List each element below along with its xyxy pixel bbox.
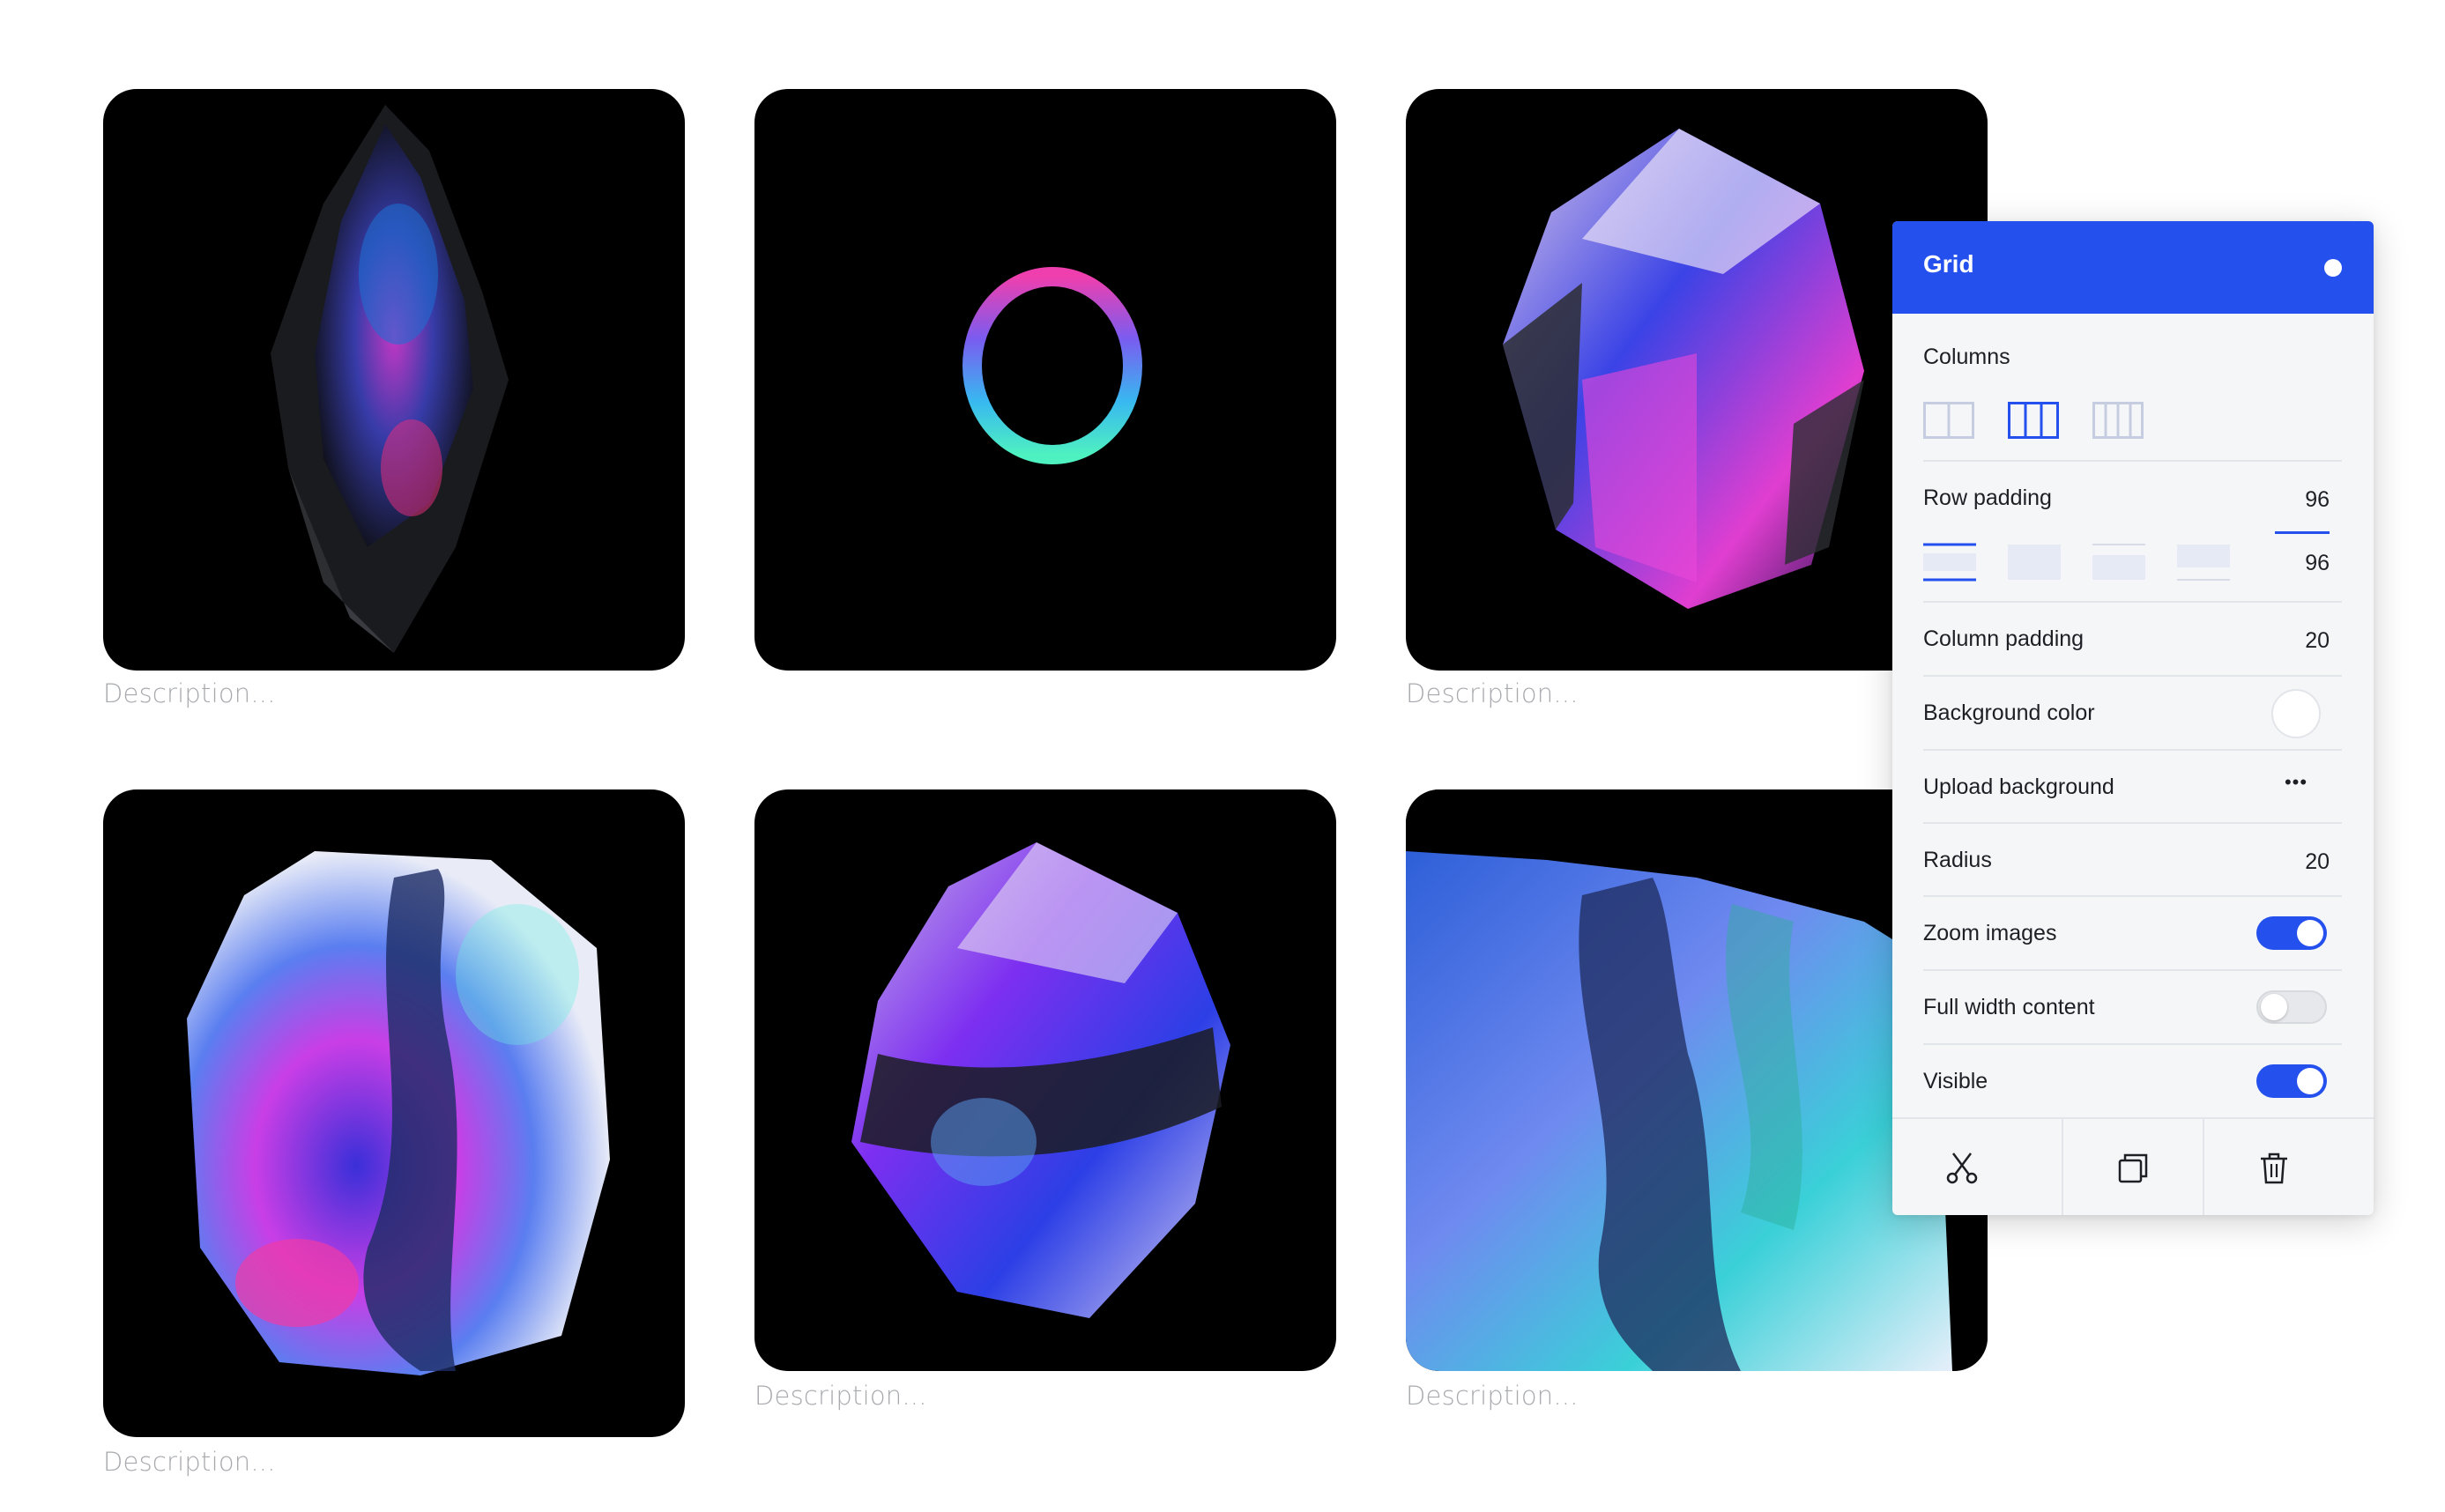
gallery-image-1[interactable] [103,89,685,671]
top-padding-icon[interactable] [1923,543,1976,582]
more-options-icon[interactable]: ••• [2270,771,2322,794]
image-description-1[interactable]: Description... [103,678,276,708]
divider [1923,749,2342,751]
upload-background-label: Upload background [1923,775,2114,799]
divider [1923,1043,2342,1045]
row-padding-bottom-value[interactable]: 96 [2277,551,2330,576]
two-columns-icon[interactable] [1923,402,1974,439]
full-padding-icon[interactable] [2008,543,2061,582]
duplicate-button[interactable] [2063,1119,2203,1215]
four-columns-icon[interactable] [2092,402,2144,439]
dark-crystal-shard-image [271,105,509,653]
image-description-6[interactable]: Description... [1406,1381,1579,1411]
row-padding-label: Row padding [1923,485,2052,510]
cut-icon [1946,1152,1978,1183]
grid-settings-panel: Grid Columns Row padding 96 96 Column pa… [1892,221,2374,1215]
panel-title: Grid [1923,250,1974,278]
divider [1923,822,2342,824]
gallery-image-2[interactable] [754,89,1336,671]
zoom-images-toggle[interactable] [2256,916,2327,950]
panel-status-dot[interactable] [2324,259,2342,277]
radius-value[interactable]: 20 [2277,849,2330,875]
row-padding-top-value[interactable]: 96 [2277,487,2330,513]
gallery-image-4[interactable] [103,789,685,1437]
row-padding-top-underline [2275,531,2330,534]
background-color-swatch[interactable] [2271,689,2321,738]
visible-toggle[interactable] [2256,1064,2327,1098]
duplicate-icon [2118,1153,2148,1182]
divider [1923,601,2342,603]
toggle-knob [2297,1068,2323,1094]
divider [1923,895,2342,897]
column-padding-label: Column padding [1923,626,2085,651]
glowing-crystal-rock-image [187,851,610,1375]
image-description-4[interactable]: Description... [103,1447,276,1477]
gradient-ring-image [962,267,1142,464]
full-width-content-toggle[interactable] [2256,990,2327,1024]
columns-label: Columns [1923,345,2010,369]
column-padding-value[interactable]: 20 [2277,628,2330,654]
panel-actions [1892,1117,2374,1215]
trash-icon [2261,1153,2287,1183]
middle-padding-icon[interactable] [2092,543,2145,582]
three-columns-icon[interactable] [2008,402,2059,439]
toggle-knob [2297,920,2323,946]
divider [1923,969,2342,971]
gallery-image-5[interactable] [754,789,1336,1371]
cut-button[interactable] [1892,1119,2032,1215]
divider [1923,675,2342,677]
bottom-padding-icon[interactable] [2177,543,2230,582]
delete-button[interactable] [2204,1119,2344,1215]
visible-label: Visible [1923,1069,1988,1093]
full-width-content-label: Full width content [1923,995,2095,1019]
zoom-images-label: Zoom images [1923,921,2057,945]
divider [1923,460,2342,462]
background-color-label: Background color [1923,700,2095,725]
toggle-knob [2261,994,2287,1020]
faceted-crystal-image [851,842,1230,1318]
panel-header: Grid [1892,221,2374,314]
radius-label: Radius [1923,848,1992,872]
image-description-3[interactable]: Description... [1406,678,1579,708]
image-description-5[interactable]: Description... [754,1381,927,1411]
